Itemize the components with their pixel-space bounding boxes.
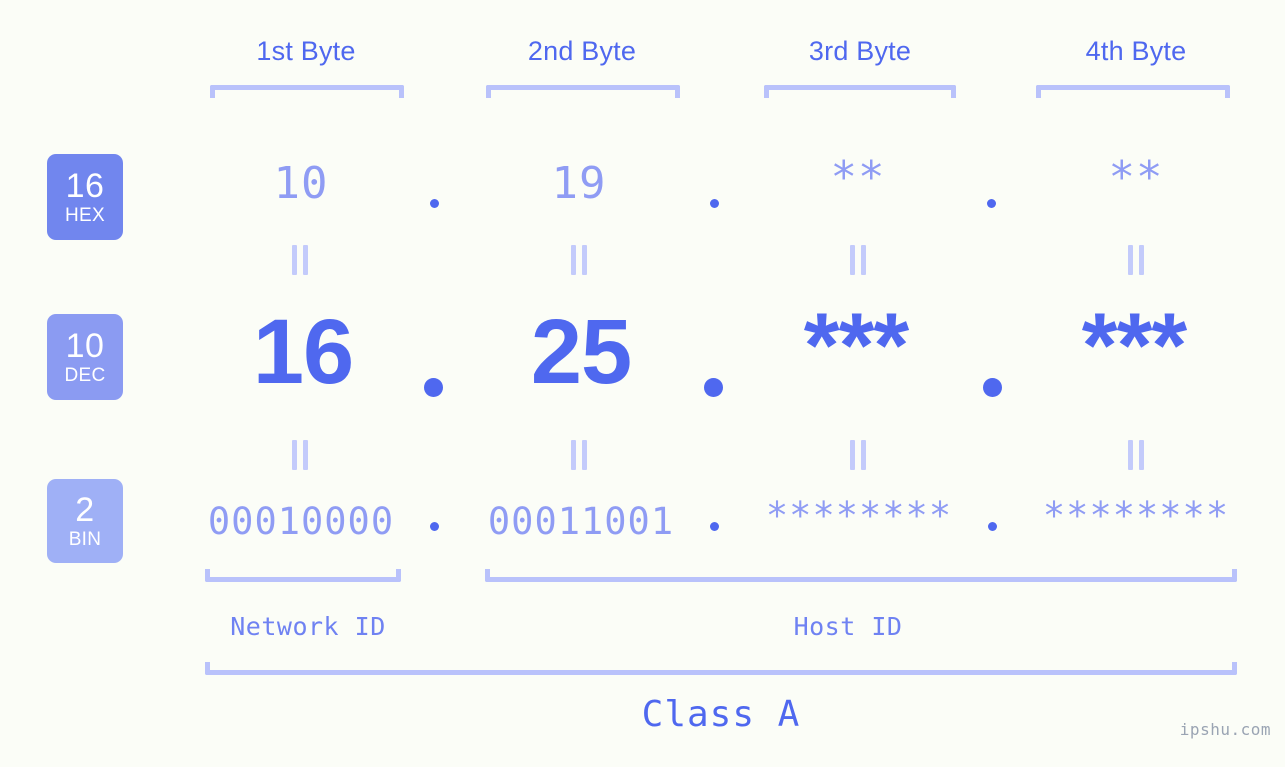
dec-separator-1 <box>424 378 443 397</box>
byte-bracket-1 <box>210 85 404 98</box>
class-label: Class A <box>641 694 801 735</box>
base-badge-bin: 2 BIN <box>47 479 123 563</box>
hex-separator-1 <box>430 199 439 208</box>
base-badge-hex: 16 HEX <box>47 154 123 240</box>
dec-byte-2: 25 <box>530 301 632 403</box>
byte-header-3: 3rd Byte <box>808 36 912 66</box>
bin-separator-1 <box>430 522 439 531</box>
base-badge-dec: 10 DEC <box>47 314 123 400</box>
hex-separator-3 <box>987 199 996 208</box>
bin-byte-2: 00011001 <box>487 500 675 543</box>
equals-mark-dec-bin-1 <box>292 440 309 470</box>
equals-mark-hex-dec-1 <box>292 245 309 275</box>
bin-separator-3 <box>988 522 997 531</box>
hex-byte-1: 10 <box>273 158 329 209</box>
dec-separator-2 <box>704 378 723 397</box>
hex-byte-2: 19 <box>551 158 607 209</box>
class-bracket <box>205 662 1237 675</box>
equals-mark-dec-bin-2 <box>571 440 588 470</box>
byte-header-1: 1st Byte <box>256 36 356 66</box>
hex-separator-2 <box>710 199 719 208</box>
equals-mark-hex-dec-2 <box>571 245 588 275</box>
dec-byte-1: 16 <box>252 301 354 403</box>
byte-header-4: 4th Byte <box>1085 36 1187 66</box>
byte-bracket-4 <box>1036 85 1230 98</box>
base-badge-hex-number: 16 <box>65 167 105 205</box>
host-id-label: Host ID <box>793 612 903 641</box>
site-watermark: ipshu.com <box>1179 720 1271 739</box>
byte-header-2: 2nd Byte <box>527 36 637 66</box>
equals-mark-dec-bin-4 <box>1128 440 1145 470</box>
bin-byte-4: ******** <box>1042 494 1230 537</box>
ip-address-diagram: 1st Byte 2nd Byte 3rd Byte 4th Byte 16 H… <box>0 0 1285 767</box>
base-badge-dec-abbr: DEC <box>64 365 106 386</box>
equals-mark-dec-bin-3 <box>850 440 867 470</box>
equals-mark-hex-dec-3 <box>850 245 867 275</box>
network-id-label: Network ID <box>230 612 386 641</box>
base-badge-bin-abbr: BIN <box>68 529 102 550</box>
base-badge-hex-abbr: HEX <box>65 205 105 226</box>
dec-byte-4: *** <box>1081 295 1187 397</box>
bin-separator-2 <box>710 522 719 531</box>
host-id-bracket <box>485 569 1237 582</box>
base-badge-dec-number: 10 <box>65 327 105 365</box>
network-id-bracket <box>205 569 401 582</box>
dec-byte-3: *** <box>803 295 909 397</box>
byte-bracket-2 <box>486 85 680 98</box>
base-badge-bin-number: 2 <box>75 491 95 529</box>
dec-separator-3 <box>983 378 1002 397</box>
byte-bracket-3 <box>764 85 956 98</box>
equals-mark-hex-dec-4 <box>1128 245 1145 275</box>
bin-byte-3: ******** <box>765 494 953 537</box>
hex-byte-4: ** <box>1108 152 1164 203</box>
bin-byte-1: 00010000 <box>207 500 395 543</box>
hex-byte-3: ** <box>830 152 886 203</box>
